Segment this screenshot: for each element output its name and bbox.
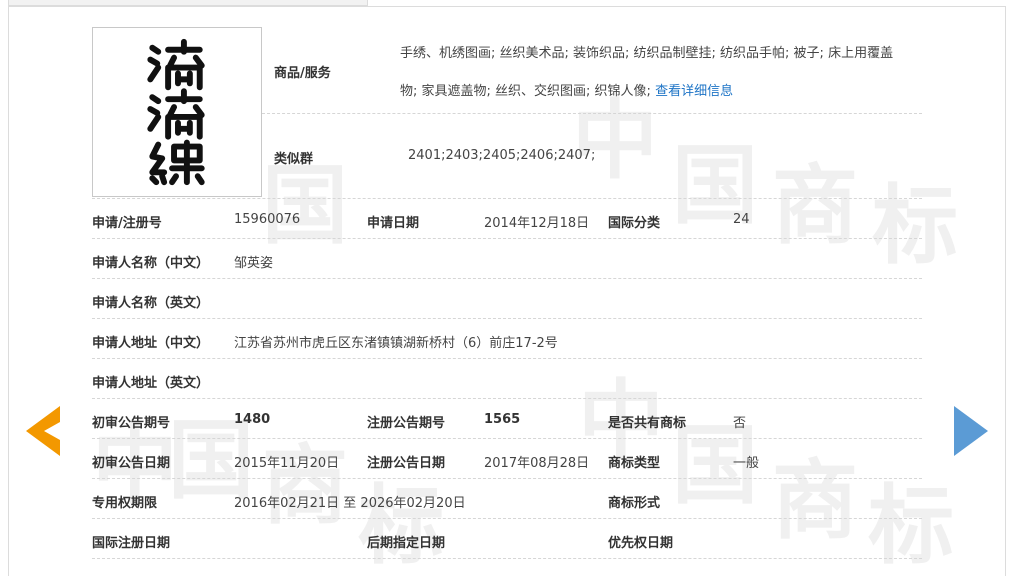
calligraphy-logo [147, 38, 205, 186]
prelim-no-value: 1480 [234, 412, 271, 427]
shared-label: 是否共有商标 [608, 416, 687, 431]
trademark-logo-image [92, 27, 262, 197]
similar-group-value: 2401;2403;2405;2406;2407; [408, 148, 596, 163]
divider [92, 358, 922, 359]
reg-pub-date-value: 2017年08月28日 [484, 456, 590, 471]
reg-pub-date-label: 注册公告日期 [367, 456, 446, 471]
next-record-button[interactable] [954, 406, 988, 456]
shared-value: 否 [733, 416, 747, 431]
exclusive-period-value: 2016年02月21日 至 2026年02月20日 [234, 496, 466, 511]
prelim-date-value: 2015年11月20日 [234, 456, 340, 471]
address-cn-label: 申请人地址（中文） [92, 336, 210, 351]
reg-pub-no-label: 注册公告期号 [367, 416, 446, 431]
intl-class-value: 24 [733, 212, 750, 227]
prev-record-button[interactable] [26, 406, 60, 456]
apply-date-value: 2014年12月18日 [484, 216, 590, 231]
arrow-right-icon [954, 406, 988, 456]
apply-date-label: 申请日期 [367, 216, 420, 231]
goods-services-label: 商品/服务 [274, 66, 331, 81]
reg-no-label: 申请/注册号 [92, 216, 162, 231]
priority-date-label: 优先权日期 [608, 536, 674, 551]
goods-services-line1: 手绣、机绣图画; 丝织美术品; 装饰织品; 纺织品制壁挂; 纺织品手帕; 被子;… [400, 46, 894, 61]
prelim-date-label: 初审公告日期 [92, 456, 171, 471]
divider [262, 113, 922, 114]
divider [92, 438, 922, 439]
applicant-cn-label: 申请人名称（中文） [92, 256, 210, 271]
mark-form-label: 商标形式 [608, 496, 661, 511]
divider [92, 278, 922, 279]
similar-group-label: 类似群 [274, 152, 314, 167]
divider [92, 478, 922, 479]
divider [92, 398, 922, 399]
prelim-no-label: 初审公告期号 [92, 416, 171, 431]
divider [92, 518, 922, 519]
mark-type-value: 一般 [733, 456, 760, 471]
intl-class-label: 国际分类 [608, 216, 661, 231]
divider [92, 238, 922, 239]
divider [92, 318, 922, 319]
mark-type-label: 商标类型 [608, 456, 661, 471]
watermark-char: 标 [872, 175, 958, 276]
exclusive-period-label: 专用权期限 [92, 496, 158, 511]
reg-pub-no-value: 1565 [484, 412, 521, 427]
intl-reg-date-label: 国际注册日期 [92, 536, 171, 551]
later-designation-label: 后期指定日期 [367, 536, 446, 551]
address-cn-value: 江苏省苏州市虎丘区东渚镇镇湖新桥村（6）前庄17-2号 [234, 336, 558, 351]
divider [92, 558, 922, 559]
view-details-link[interactable]: 查看详细信息 [655, 84, 733, 99]
reg-no-value: 15960076 [234, 212, 301, 227]
watermark-char: 商 [772, 450, 858, 551]
applicant-cn-value: 邹英姿 [234, 256, 274, 271]
divider [92, 198, 922, 199]
goods-services-line2: 物; 家具遮盖物; 丝织、交织图画; 织锦人像; 查看详细信息 [400, 80, 733, 99]
goods-services-line2-text: 物; 家具遮盖物; 丝织、交织图画; 织锦人像; [400, 84, 651, 99]
address-en-label: 申请人地址（英文） [92, 376, 210, 391]
arrow-left-icon [26, 406, 60, 456]
applicant-en-label: 申请人名称（英文） [92, 296, 210, 311]
